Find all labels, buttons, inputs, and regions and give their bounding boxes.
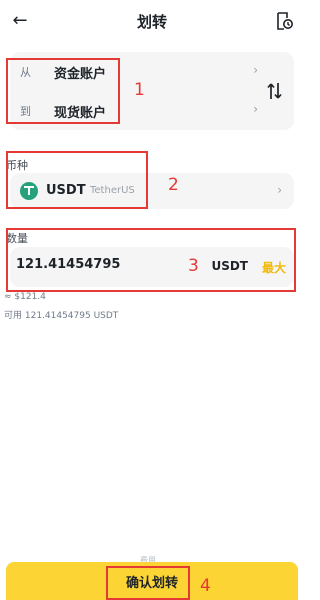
annotation-box-4 (106, 566, 190, 600)
header: ← 划转 (0, 0, 304, 44)
approx-value: ≈ $121.4 (4, 292, 46, 302)
chevron-right-icon: › (277, 183, 282, 197)
annotation-box-3 (6, 228, 296, 292)
page-title: 划转 (136, 13, 167, 31)
annotation-number-1: 1 (134, 80, 145, 100)
annotation-box-2 (6, 151, 148, 209)
annotation-number-3: 3 (188, 256, 199, 276)
annotation-box-1 (6, 58, 120, 124)
swap-vertical-icon[interactable] (266, 80, 284, 102)
annotation-number-4: 4 (200, 576, 211, 596)
available-balance: 可用 121.41454795 USDT (4, 311, 119, 321)
annotation-number-2: 2 (168, 175, 179, 195)
chevron-right-icon: › (253, 63, 258, 77)
order-history-icon[interactable] (272, 9, 296, 33)
chevron-right-icon: › (253, 102, 258, 116)
